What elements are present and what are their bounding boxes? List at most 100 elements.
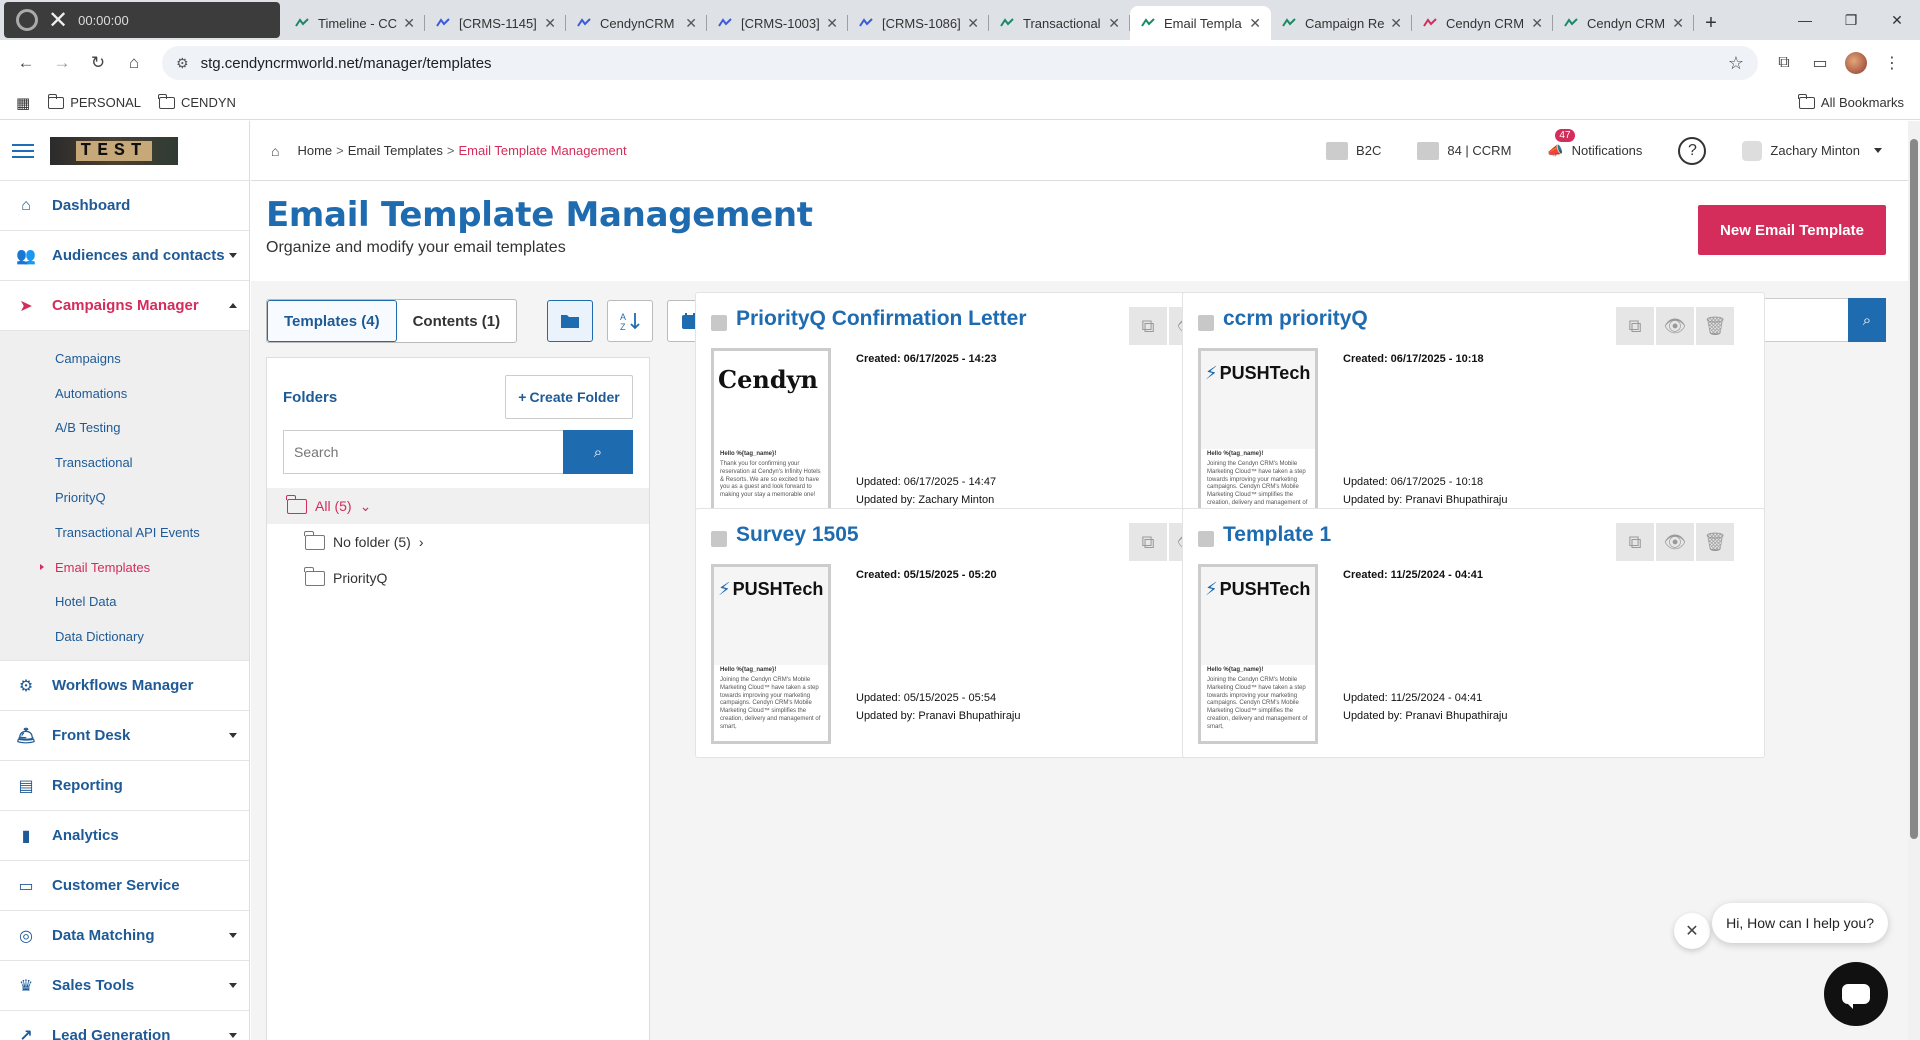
user-menu[interactable]: Zachary Minton: [1742, 140, 1882, 161]
sidebar-subitem[interactable]: Transactional: [0, 445, 249, 480]
sidebar-subitem[interactable]: Email Templates: [0, 550, 249, 585]
chat-close-icon[interactable]: ✕: [1674, 913, 1710, 949]
template-checkbox[interactable]: [1198, 315, 1214, 331]
folder-view-button[interactable]: [547, 300, 594, 342]
new-email-template-button[interactable]: New Email Template: [1698, 205, 1886, 255]
sidebar-subitem[interactable]: Hotel Data: [0, 585, 249, 620]
b2c-switch[interactable]: B2C: [1326, 141, 1381, 160]
close-tab-icon[interactable]: ✕: [685, 15, 697, 32]
extensions-icon[interactable]: ⧉: [1766, 47, 1802, 79]
sort-az-button[interactable]: AZ: [607, 300, 654, 342]
cast-icon[interactable]: ▭: [1802, 47, 1838, 79]
all-bookmarks[interactable]: All Bookmarks: [1798, 93, 1904, 110]
bookmark-cendyn[interactable]: CENDYN: [158, 93, 236, 110]
close-tab-icon[interactable]: ✕: [1249, 15, 1261, 32]
template-card[interactable]: ccrm priorityQ ⧉ 👁 🗑 ⚡ PUSHTech Hello %{tag_na…: [1182, 292, 1765, 542]
bookmark-personal[interactable]: PERSONAL: [47, 93, 141, 110]
template-title[interactable]: Survey 1505: [736, 523, 859, 547]
browser-tab[interactable]: CendynCRM ✕: [566, 6, 707, 40]
browser-tab[interactable]: Cendyn CRM ✕: [1412, 6, 1553, 40]
search-icon[interactable]: ⌕: [1848, 298, 1886, 342]
template-title[interactable]: Template 1: [1223, 523, 1331, 547]
template-thumbnail[interactable]: ⚡ PUSHTech Hello %{tag_name}! Joining the C…: [1198, 348, 1318, 528]
home-icon[interactable]: ⌂: [118, 47, 150, 79]
sidebar-item[interactable]: ➤ Campaigns Manager: [0, 281, 249, 331]
profile-avatar[interactable]: [1838, 47, 1874, 79]
template-checkbox[interactable]: [711, 531, 727, 547]
create-folder-button[interactable]: + Create Folder: [505, 375, 633, 419]
folder-search-input[interactable]: [283, 430, 563, 474]
browser-tab[interactable]: [CRMS-1086] ✕: [848, 6, 989, 40]
trash-icon[interactable]: 🗑: [1696, 523, 1734, 561]
restore-icon[interactable]: ❐: [1828, 0, 1874, 40]
browser-tab[interactable]: Timeline - CC ✕: [284, 6, 425, 40]
browser-tab[interactable]: Email Templa ✕: [1130, 6, 1271, 40]
site-info-icon[interactable]: ⚙: [176, 55, 189, 72]
notifications-button[interactable]: 47 📣 Notifications: [1547, 128, 1642, 159]
template-thumbnail[interactable]: Cendyn Hello %{tag_name}! Thank you for co…: [711, 348, 831, 528]
tab-contents[interactable]: Contents (1): [397, 300, 517, 342]
back-icon[interactable]: ←: [10, 47, 42, 79]
template-checkbox[interactable]: [711, 315, 727, 331]
sidebar-item[interactable]: ⌂ Dashboard: [0, 181, 249, 231]
duplicate-icon[interactable]: ⧉: [1616, 307, 1654, 345]
breadcrumb-home[interactable]: Home: [297, 143, 332, 158]
browser-tab[interactable]: Campaign Re ✕: [1271, 6, 1412, 40]
preview-eye-icon[interactable]: 👁: [1656, 307, 1694, 345]
sidebar-subitem[interactable]: Data Dictionary: [0, 619, 249, 654]
chevron-down-icon[interactable]: ⌄: [360, 498, 372, 515]
sidebar-item[interactable]: ◎ Data Matching: [0, 911, 249, 962]
browser-tab[interactable]: Cendyn CRM ✕: [1553, 6, 1694, 40]
close-tab-icon[interactable]: ✕: [826, 15, 838, 32]
sidebar-item[interactable]: 👥 Audiences and contacts: [0, 231, 249, 281]
screen-recorder-overlay[interactable]: ✕ 00:00:00: [4, 2, 280, 38]
duplicate-icon[interactable]: ⧉: [1616, 523, 1654, 561]
close-tab-icon[interactable]: ✕: [544, 15, 556, 32]
browser-tab[interactable]: [CRMS-1003] ✕: [707, 6, 848, 40]
duplicate-icon[interactable]: ⧉: [1129, 307, 1167, 345]
close-window-icon[interactable]: ✕: [1874, 0, 1920, 40]
folder-no-folder[interactable]: No folder (5) ›: [267, 524, 649, 560]
sidebar-item[interactable]: ▮ Analytics: [0, 811, 249, 862]
close-tab-icon[interactable]: ✕: [1672, 15, 1684, 32]
reload-icon[interactable]: ↻: [82, 47, 114, 79]
sidebar-subitem[interactable]: Transactional API Events: [0, 515, 249, 550]
sidebar-item[interactable]: ▭ Customer Service: [0, 861, 249, 912]
sidebar-item[interactable]: ♛ Sales Tools: [0, 961, 249, 1012]
folder-all[interactable]: All (5) ⌄: [267, 488, 649, 524]
chat-launcher-button[interactable]: [1824, 962, 1888, 1026]
browser-menu-icon[interactable]: ⋮: [1874, 47, 1910, 79]
trash-icon[interactable]: 🗑: [1696, 307, 1734, 345]
apps-icon[interactable]: ▦: [16, 94, 30, 112]
browser-tab[interactable]: [CRMS-1145] ✕: [425, 6, 566, 40]
sidebar-subitem[interactable]: PriorityQ: [0, 480, 249, 515]
account-selector[interactable]: 84 | CCRM: [1417, 141, 1511, 160]
template-card[interactable]: Template 1 ⧉ 👁 🗑 ⚡ PUSHTech Hello %{tag_name}!…: [1182, 508, 1765, 758]
minimize-icon[interactable]: —: [1782, 0, 1828, 40]
sidebar-subitem[interactable]: A/B Testing: [0, 411, 249, 446]
page-scrollbar[interactable]: [1908, 121, 1920, 1040]
sidebar-subitem[interactable]: Campaigns: [0, 341, 249, 376]
browser-tab[interactable]: Transactional ✕: [989, 6, 1130, 40]
breadcrumb-email-templates[interactable]: Email Templates: [348, 143, 443, 158]
chat-greeting[interactable]: Hi, How can I help you?: [1712, 903, 1888, 943]
close-tab-icon[interactable]: ✕: [403, 15, 415, 32]
template-checkbox[interactable]: [1198, 531, 1214, 547]
logo[interactable]: TEST: [50, 136, 178, 165]
template-thumbnail[interactable]: ⚡ PUSHTech Hello %{tag_name}! Joining the C…: [711, 564, 831, 744]
search-icon[interactable]: ⌕: [563, 430, 633, 474]
sidebar-subitem[interactable]: Automations: [0, 376, 249, 411]
close-tab-icon[interactable]: ✕: [1531, 15, 1543, 32]
hamburger-menu-icon[interactable]: [12, 143, 34, 158]
forward-icon[interactable]: →: [46, 47, 78, 79]
close-icon[interactable]: ✕: [48, 6, 68, 35]
new-tab-button[interactable]: +: [1694, 6, 1728, 40]
sidebar-item[interactable]: 🛎 Front Desk: [0, 711, 249, 762]
url-field[interactable]: ⚙ stg.cendyncrmworld.net/manager/templat…: [162, 46, 1758, 80]
help-icon[interactable]: ?: [1678, 136, 1707, 165]
template-title[interactable]: PriorityQ Confirmation Letter: [736, 307, 1027, 331]
bookmark-star-icon[interactable]: ☆: [1728, 53, 1744, 74]
template-thumbnail[interactable]: ⚡ PUSHTech Hello %{tag_name}! Joining the C…: [1198, 564, 1318, 744]
chevron-right-icon[interactable]: ›: [419, 534, 424, 550]
close-tab-icon[interactable]: ✕: [1108, 15, 1120, 32]
